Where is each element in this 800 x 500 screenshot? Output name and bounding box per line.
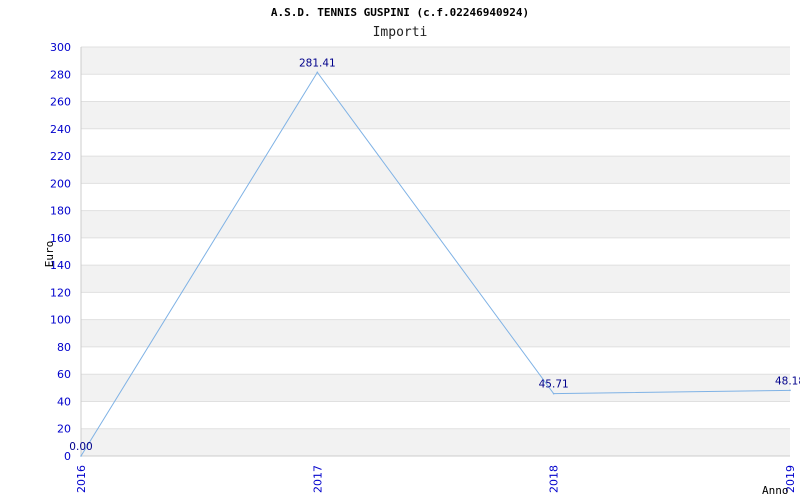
y-tick-label: 80 <box>57 341 71 354</box>
grid-band <box>81 156 790 184</box>
grid-band <box>81 47 790 75</box>
y-tick-label: 180 <box>50 205 71 218</box>
grid-band <box>81 374 790 402</box>
y-tick-label: 120 <box>50 286 71 299</box>
y-tick-label: 60 <box>57 368 71 381</box>
y-tick-label: 260 <box>50 96 71 109</box>
data-label: 0.00 <box>69 441 92 453</box>
y-tick-label: 300 <box>50 41 71 54</box>
grid-band <box>81 319 790 347</box>
data-label: 281.41 <box>299 57 336 69</box>
grid-band <box>81 101 790 129</box>
y-tick-label: 20 <box>57 423 71 436</box>
x-tick-label: 2016 <box>75 465 88 493</box>
x-tick-label: 2018 <box>548 465 561 493</box>
data-point <box>552 392 555 395</box>
data-label: 45.71 <box>539 379 569 391</box>
line-chart: 0204060801001201401601802002202402602803… <box>43 41 800 497</box>
x-tick-label: 2017 <box>311 465 324 493</box>
x-axis-label: Anno <box>762 484 789 497</box>
y-tick-label: 240 <box>50 123 71 136</box>
y-tick-label: 280 <box>50 68 71 81</box>
grid-bands <box>81 47 790 456</box>
x-tick-labels: 2016 2017 2018 2019 <box>75 465 797 493</box>
data-point <box>316 71 319 74</box>
data-label: 48.18 <box>775 375 800 387</box>
y-axis-label: Euro <box>43 241 56 268</box>
grid-band <box>81 428 790 456</box>
y-tick-label: 200 <box>50 177 71 190</box>
data-point <box>80 455 82 457</box>
y-tick-label: 40 <box>57 395 71 408</box>
data-point <box>789 389 791 392</box>
y-tick-label: 100 <box>50 314 71 327</box>
grid-band <box>81 265 790 293</box>
y-tick-label: 220 <box>50 150 71 163</box>
